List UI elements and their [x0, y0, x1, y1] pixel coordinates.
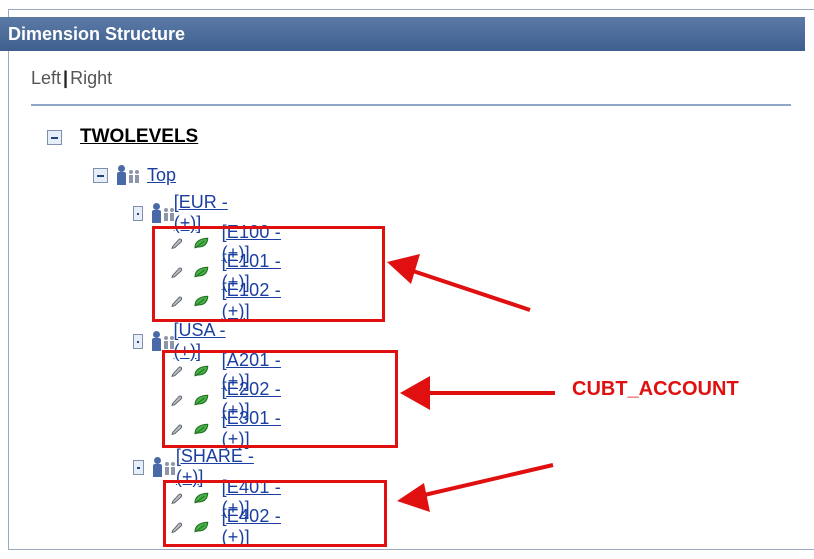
arrow-share [397, 463, 554, 512]
arrow-eur [387, 254, 531, 312]
annotation-label: CUBT_ACCOUNT [572, 378, 739, 400]
arrow-usa [400, 376, 555, 410]
annotation-arrows [387, 254, 555, 512]
